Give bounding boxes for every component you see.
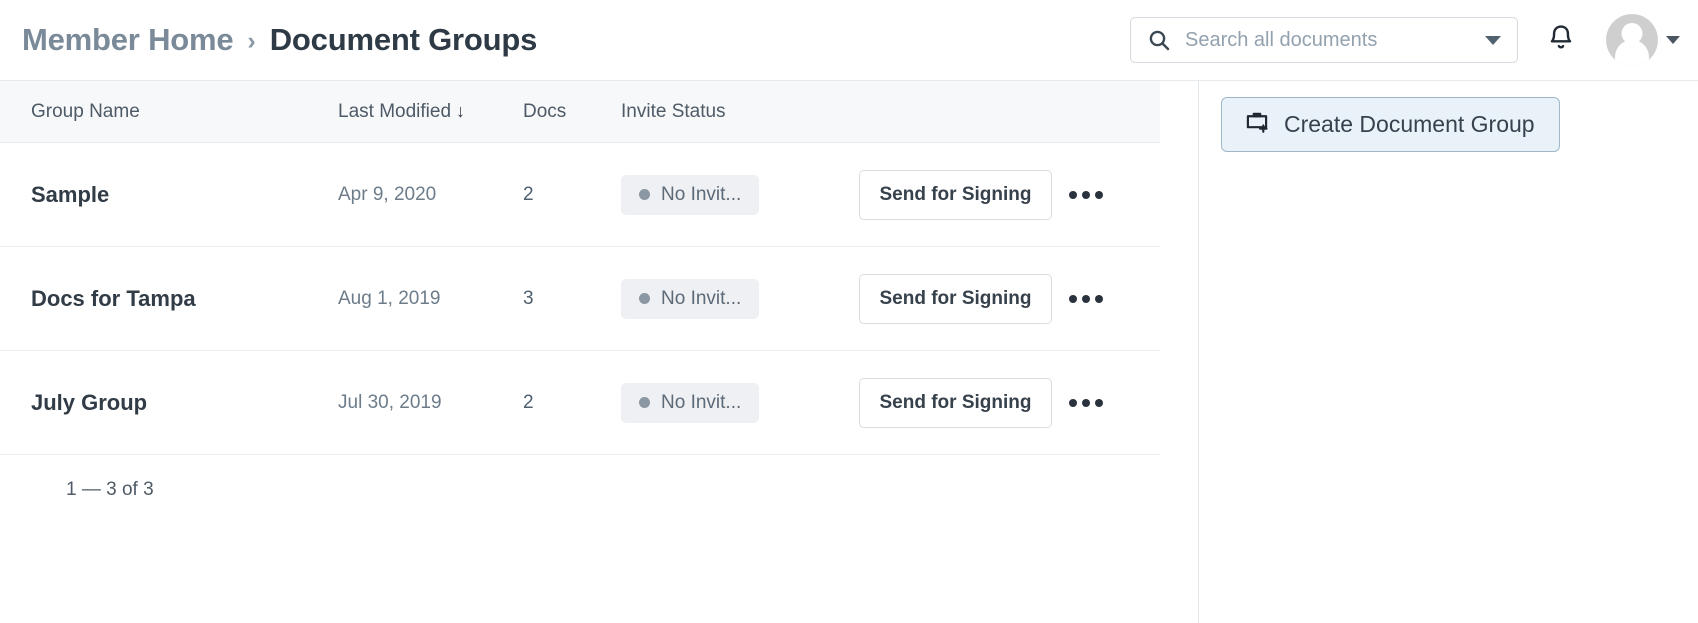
- status-badge-label: No Invit...: [661, 183, 742, 205]
- send-for-signing-button[interactable]: Send for Signing: [859, 377, 1052, 428]
- status-badge-label: No Invit...: [661, 391, 742, 413]
- side-actions-pane: Create Document Group: [1199, 81, 1698, 623]
- cell-docs-count: 2: [523, 183, 534, 205]
- top-bar: Member Home › Document Groups: [0, 0, 1698, 80]
- avatar-body: [1615, 40, 1649, 66]
- cell-row-menu: [1059, 289, 1139, 309]
- ellipsis-icon-dot-3: [1095, 294, 1103, 303]
- send-for-signing-button[interactable]: Send for Signing: [859, 273, 1052, 324]
- page-content: Group Name Last Modified ↓ Docs Invite St…: [0, 80, 1698, 623]
- bell-icon: [1547, 24, 1575, 57]
- ellipsis-icon-dot-2: [1082, 190, 1090, 199]
- status-badge: No Invit...: [621, 278, 760, 319]
- status-dot-icon: [639, 293, 650, 304]
- ellipsis-icon-dot-1: [1069, 294, 1077, 303]
- ellipsis-icon-dot-3: [1095, 190, 1103, 199]
- row-menu-button[interactable]: [1059, 393, 1113, 413]
- cell-invite-status: No Invit...: [621, 382, 859, 423]
- cell-group-name[interactable]: Docs for Tampa: [0, 286, 338, 312]
- table-row[interactable]: Sample Apr 9, 2020 2 No Invit... Send fo…: [0, 143, 1160, 247]
- ellipsis-icon-dot-1: [1069, 398, 1077, 407]
- cell-action: Send for Signing: [859, 377, 1059, 428]
- top-bar-actions: [1130, 0, 1680, 80]
- row-menu-button[interactable]: [1059, 185, 1113, 205]
- chevron-down-icon[interactable]: [1485, 35, 1501, 45]
- cell-invite-status: No Invit...: [621, 278, 859, 319]
- sort-descending-icon: ↓: [456, 100, 466, 121]
- document-groups-pane: Group Name Last Modified ↓ Docs Invite St…: [0, 81, 1199, 623]
- cell-docs-count: 2: [523, 391, 534, 413]
- ellipsis-icon-dot-2: [1082, 294, 1090, 303]
- ellipsis-icon-dot-2: [1082, 398, 1090, 407]
- column-header-last-modified[interactable]: Last Modified ↓: [338, 101, 523, 123]
- document-groups-table: Group Name Last Modified ↓ Docs Invite St…: [0, 81, 1160, 501]
- column-header-invite-status[interactable]: Invite Status: [621, 101, 859, 123]
- breadcrumb-link-member-home[interactable]: Member Home: [22, 22, 234, 58]
- ellipsis-icon-dot-1: [1069, 190, 1077, 199]
- status-badge-label: No Invit...: [661, 287, 742, 309]
- cell-last-modified: Apr 9, 2020: [338, 183, 437, 205]
- column-header-docs[interactable]: Docs: [523, 101, 621, 123]
- table-header-row: Group Name Last Modified ↓ Docs Invite St…: [0, 81, 1160, 143]
- row-menu-button[interactable]: [1059, 289, 1113, 309]
- avatar: [1606, 14, 1658, 66]
- search-input[interactable]: [1171, 28, 1477, 52]
- cell-group-name[interactable]: Sample: [0, 182, 338, 208]
- table-row[interactable]: Docs for Tampa Aug 1, 2019 3 No Invit...…: [0, 247, 1160, 351]
- notifications-button[interactable]: [1532, 11, 1590, 69]
- user-menu[interactable]: [1606, 14, 1680, 66]
- breadcrumb: Member Home › Document Groups: [22, 22, 537, 58]
- status-badge: No Invit...: [621, 174, 760, 215]
- page-title: Document Groups: [269, 22, 538, 57]
- cell-last-modified: Jul 30, 2019: [338, 391, 442, 413]
- column-header-group-name[interactable]: Group Name: [0, 101, 338, 123]
- ellipsis-icon-dot-3: [1095, 398, 1103, 407]
- folder-plus-icon: [1244, 109, 1270, 141]
- column-header-last-modified-label: Last Modified: [338, 100, 452, 122]
- send-for-signing-button[interactable]: Send for Signing: [859, 169, 1052, 220]
- search-box[interactable]: [1130, 17, 1518, 63]
- status-dot-icon: [639, 397, 650, 408]
- status-badge: No Invit...: [621, 382, 760, 423]
- cell-row-menu: [1059, 393, 1139, 413]
- create-document-group-button[interactable]: Create Document Group: [1221, 97, 1560, 152]
- cell-row-menu: [1059, 185, 1139, 205]
- cell-docs-count: 3: [523, 287, 534, 309]
- cell-group-name[interactable]: July Group: [0, 390, 338, 416]
- pagination-summary: 1 — 3 of 3: [66, 479, 154, 500]
- cell-invite-status: No Invit...: [621, 174, 859, 215]
- cell-last-modified: Aug 1, 2019: [338, 287, 441, 309]
- create-document-group-label: Create Document Group: [1284, 111, 1535, 137]
- table-row[interactable]: July Group Jul 30, 2019 2 No Invit... Se…: [0, 351, 1160, 455]
- cell-action: Send for Signing: [859, 273, 1059, 324]
- status-dot-icon: [639, 189, 650, 200]
- cell-action: Send for Signing: [859, 169, 1059, 220]
- search-icon: [1147, 28, 1171, 52]
- chevron-down-icon[interactable]: [1666, 36, 1680, 44]
- chevron-right-icon: ›: [247, 26, 256, 55]
